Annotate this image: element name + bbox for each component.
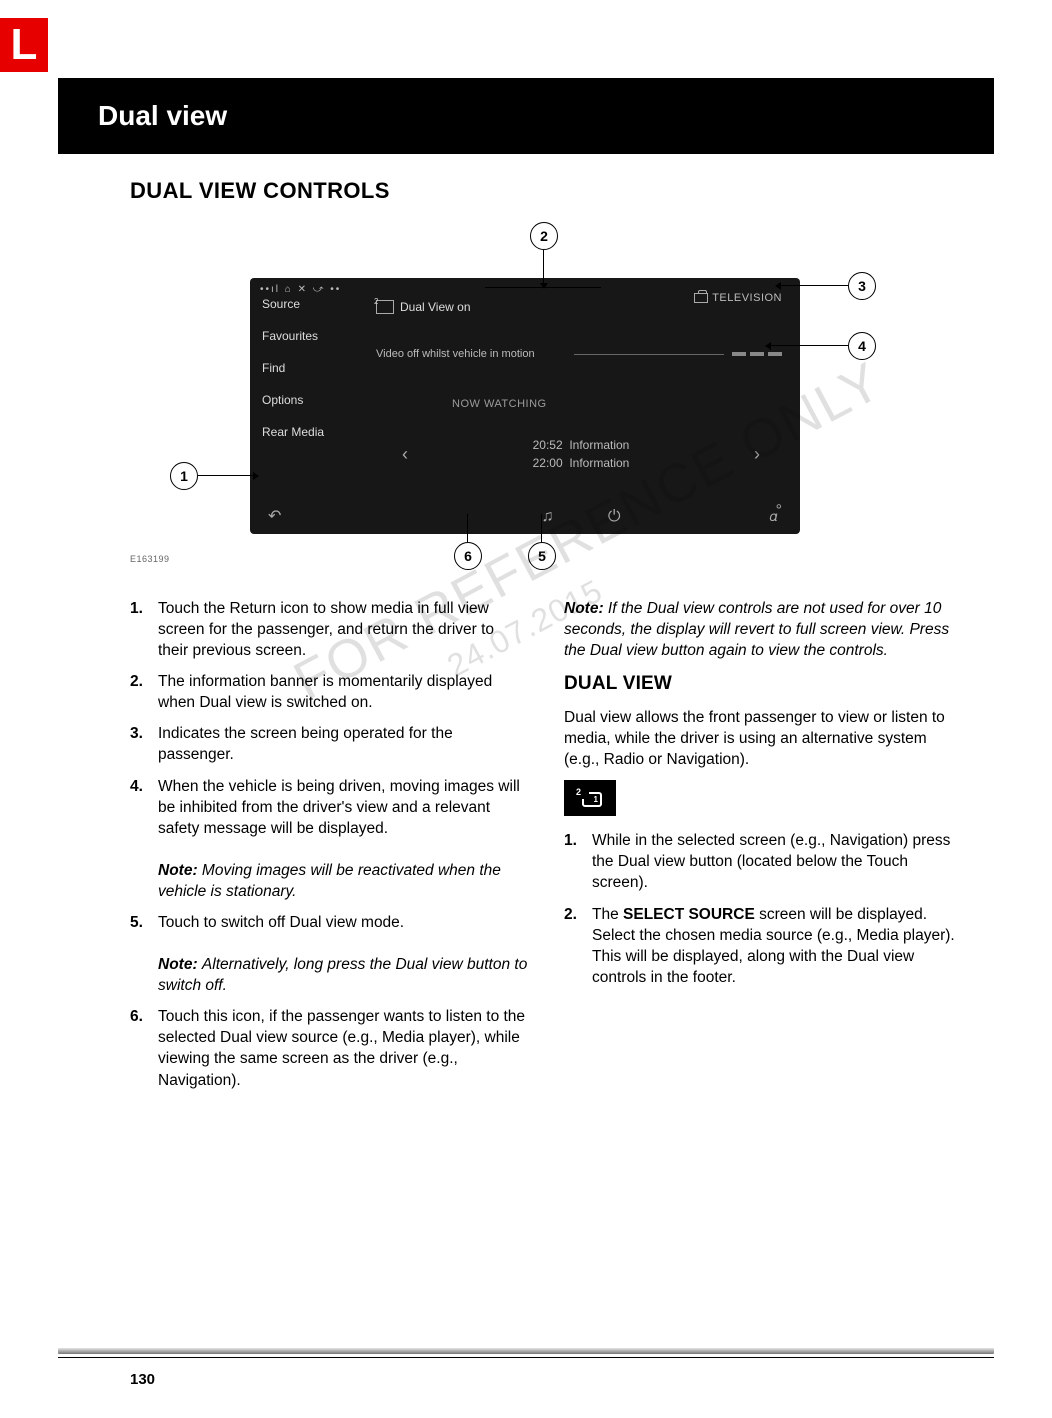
sidebar: Source Favourites Find Options Rear Medi… — [250, 278, 362, 534]
dual-view-icon — [376, 300, 394, 314]
right-top-note: Note: If the Dual view controls are not … — [564, 598, 962, 661]
source-indicator-text: TELEVISION — [712, 292, 782, 304]
note-text: If the Dual view controls are not used f… — [564, 600, 949, 659]
text: The SELECT SOURCE screen will be display… — [592, 904, 962, 988]
leader-3 — [776, 285, 848, 286]
text: While in the selected screen (e.g., Navi… — [592, 830, 962, 893]
step-2: 2. The SELECT SOURCE screen will be disp… — [564, 904, 962, 988]
sidebar-item-source[interactable]: Source — [262, 288, 362, 320]
controls-list: 1. Touch the Return icon to show media i… — [130, 598, 528, 1091]
video-off-row: Video off whilst vehicle in motion — [376, 348, 782, 360]
touchscreen-mock: ••ıl ⌂ ✕ ⤻ •• Source Favourites Find Opt… — [250, 278, 800, 534]
divider-line — [574, 354, 724, 355]
callout-2: 2 — [530, 222, 558, 250]
r2-time: 22:00 — [533, 456, 563, 470]
r1-text: Information — [569, 438, 629, 452]
item-1: 1. Touch the Return icon to show media i… — [130, 598, 528, 661]
content-area: DUAL VIEW CONTROLS ••ıl ⌂ ✕ ⤻ •• Source … — [130, 178, 962, 1101]
figure: ••ıl ⌂ ✕ ⤻ •• Source Favourites Find Opt… — [130, 222, 962, 588]
left-column: 1. Touch the Return icon to show media i… — [130, 598, 528, 1101]
callout-6: 6 — [454, 542, 482, 570]
leader-5 — [541, 514, 542, 542]
r2-text: Information — [569, 456, 629, 470]
now-watching-label: NOW WATCHING — [452, 398, 547, 410]
figure-id: E163199 — [130, 554, 170, 564]
note-text: Moving images will be reactivated when t… — [158, 862, 501, 900]
dual-view-heading: DUAL VIEW — [564, 671, 962, 697]
section-heading: DUAL VIEW CONTROLS — [130, 178, 962, 204]
leader-2 — [543, 250, 544, 288]
footer-icons — [362, 508, 800, 526]
item-2: 2. The information banner is momentarily… — [130, 671, 528, 713]
chevron-left-icon[interactable]: ‹ — [402, 444, 408, 465]
item-3: 3. Indicates the screen being operated f… — [130, 723, 528, 765]
tv-icon — [694, 293, 708, 303]
num: 2. — [130, 671, 158, 713]
sidebar-item-options[interactable]: Options — [262, 384, 362, 416]
dual-view-banner-text: Dual View on — [400, 300, 471, 314]
sidebar-item-rear-media[interactable]: Rear Media — [262, 416, 362, 448]
leader-4 — [766, 345, 848, 346]
sidebar-item-favourites[interactable]: Favourites — [262, 320, 362, 352]
chapter-title: Dual view — [98, 100, 227, 132]
right-column: Note: If the Dual view controls are not … — [564, 598, 962, 1101]
item-4: 4. When the vehicle is being driven, mov… — [130, 776, 528, 902]
return-icon[interactable] — [268, 506, 281, 526]
note-label: Note: — [564, 600, 604, 617]
power-icon[interactable] — [608, 508, 621, 526]
volume-bars-icon — [732, 352, 782, 356]
dual-view-glyph — [575, 787, 605, 809]
leader-2b — [485, 287, 601, 288]
text: Touch the Return icon to show media in f… — [158, 598, 528, 661]
video-off-text: Video off whilst vehicle in motion — [376, 348, 535, 360]
num: 2. — [564, 904, 592, 988]
page-footer-rule — [58, 1348, 994, 1358]
body-text: When the vehicle is being driven, moving… — [158, 778, 520, 837]
text: Touch this icon, if the passenger wants … — [158, 1006, 528, 1090]
main-area: Dual View on TELEVISION Video off whilst… — [362, 278, 800, 534]
text: The information banner is momentarily di… — [158, 671, 528, 713]
callout-3: 3 — [848, 272, 876, 300]
chevron-right-icon[interactable]: › — [754, 444, 760, 465]
dual-view-banner: Dual View on — [376, 300, 471, 314]
item-5: 5. Touch to switch off Dual view mode. N… — [130, 912, 528, 996]
note-label: Note: — [158, 956, 198, 973]
bold: SELECT SOURCE — [623, 906, 755, 923]
page-number: 130 — [130, 1371, 155, 1388]
num: 4. — [130, 776, 158, 902]
item-6: 6. Touch this icon, if the passenger wan… — [130, 1006, 528, 1090]
text: Indicates the screen being operated for … — [158, 723, 528, 765]
leader-1 — [198, 475, 258, 476]
sidebar-item-find[interactable]: Find — [262, 352, 362, 384]
text: Touch to switch off Dual view mode. Note… — [158, 912, 528, 996]
settings-icon[interactable] — [770, 508, 785, 526]
programme-listing: ‹ 20:52 Information 22:00 Information › — [402, 436, 760, 472]
dual-view-button-icon — [564, 780, 616, 816]
procedure-list: 1. While in the selected screen (e.g., N… — [564, 830, 962, 988]
callout-4: 4 — [848, 332, 876, 360]
source-indicator: TELEVISION — [694, 292, 782, 304]
leader-6 — [467, 514, 468, 542]
callout-5: 5 — [528, 542, 556, 570]
body-text: Touch to switch off Dual view mode. — [158, 914, 404, 931]
num: 6. — [130, 1006, 158, 1090]
section-tab: L — [0, 18, 48, 72]
note-text: Alternatively, long press the Dual view … — [158, 956, 527, 994]
step-1: 1. While in the selected screen (e.g., N… — [564, 830, 962, 893]
num: 1. — [130, 598, 158, 661]
pre: The — [592, 906, 623, 923]
r1-time: 20:52 — [533, 438, 563, 452]
num: 3. — [130, 723, 158, 765]
music-note-icon[interactable] — [541, 508, 557, 526]
text-columns: 1. Touch the Return icon to show media i… — [130, 598, 962, 1101]
text: When the vehicle is being driven, moving… — [158, 776, 528, 902]
callout-1: 1 — [170, 462, 198, 490]
num: 5. — [130, 912, 158, 996]
programme-rows: 20:52 Information 22:00 Information — [533, 436, 630, 472]
page: L Dual view DUAL VIEW CONTROLS ••ıl ⌂ ✕ … — [0, 0, 1052, 1418]
chapter-header: Dual view — [58, 78, 994, 154]
right-intro: Dual view allows the front passenger to … — [564, 707, 962, 770]
note-label: Note: — [158, 862, 198, 879]
num: 1. — [564, 830, 592, 893]
